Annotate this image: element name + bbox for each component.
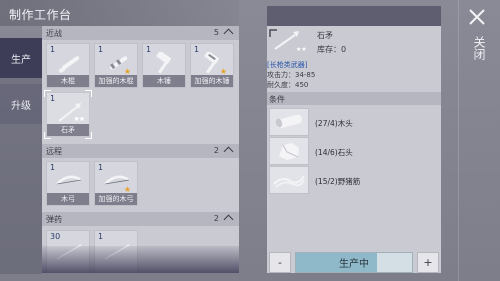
- section-name: 近战: [46, 29, 62, 38]
- wooden-bow-icon: [56, 175, 82, 185]
- list-fade: [42, 246, 239, 273]
- item-reinforced-hammer[interactable]: 1 ★ 加强的木锤: [190, 43, 234, 88]
- tab-produce[interactable]: 生产: [0, 38, 42, 78]
- minus-label: -: [278, 256, 282, 269]
- divider: [458, 0, 459, 281]
- material-slot: [269, 137, 309, 165]
- stone-spear-icon: ★★: [269, 29, 307, 53]
- item-reinforced-stick[interactable]: 1 ★ 加强的木棍: [94, 43, 138, 88]
- chevron-up-icon[interactable]: [223, 214, 234, 225]
- produce-label: 生产中: [339, 259, 369, 270]
- material-text: (14/6)石头: [315, 148, 353, 157]
- item-label: 木弓: [47, 193, 89, 205]
- two-stars-icon: ★★: [73, 115, 85, 123]
- selection-corner: [85, 90, 92, 97]
- plus-label: +: [423, 256, 433, 269]
- item-reinforced-bow[interactable]: 1 ★ 加强的木弓: [94, 161, 138, 206]
- close-icon[interactable]: [466, 6, 488, 28]
- section-count: 5: [213, 28, 219, 37]
- conditions-header-label: 条件: [269, 95, 285, 104]
- material-slot: [269, 108, 309, 136]
- item-label: 木锤: [143, 75, 185, 87]
- material-slot: [269, 166, 309, 194]
- side-tabs: 生产 升级: [0, 38, 42, 274]
- material-text: (15/2)野猪筋: [315, 177, 361, 186]
- material-row: (14/6)石头: [267, 137, 441, 166]
- material-text: (27/4)木头: [315, 119, 353, 128]
- boar-sinew-icon: [273, 175, 305, 188]
- detail-attack: 攻击力：34-85: [267, 71, 316, 79]
- material-row: (15/2)野猪筋: [267, 166, 441, 195]
- item-label: 木棍: [47, 75, 89, 87]
- material-row: (27/4)木头: [267, 108, 441, 137]
- stick-icon: [58, 56, 80, 73]
- chevron-up-icon[interactable]: [223, 28, 234, 39]
- section-name: 弹药: [46, 215, 62, 224]
- tab-upgrade[interactable]: 升级: [0, 84, 42, 124]
- item-label: 加强的木锤: [191, 75, 233, 87]
- chevron-up-icon[interactable]: [223, 146, 234, 157]
- item-stone-spear[interactable]: 1 ★★ 石矛: [44, 90, 92, 139]
- section-ranged-header[interactable]: 远程 2: [42, 144, 239, 158]
- stone-icon: [279, 143, 299, 160]
- section-name: 远程: [46, 147, 62, 156]
- detail-panel: ★★ 石矛 库存：0 [长枪类武器] 攻击力：34-85 耐久度：450 条件 …: [267, 26, 441, 273]
- conditions-header: 条件: [267, 92, 441, 105]
- section-ammo-header[interactable]: 弹药 2: [42, 212, 239, 226]
- increase-button[interactable]: +: [417, 252, 439, 273]
- item-stick[interactable]: 1 木棍: [46, 43, 90, 88]
- section-count: 2: [213, 146, 219, 155]
- detail-header-bar: [267, 6, 441, 26]
- tab-upgrade-label: 升级: [11, 100, 31, 112]
- item-wooden-bow[interactable]: 1 木弓: [46, 161, 90, 206]
- item-label: 加强的木弓: [95, 193, 137, 205]
- tab-produce-label: 生产: [11, 54, 31, 66]
- detail-durability: 耐久度：450: [267, 81, 309, 89]
- section-melee-header[interactable]: 近战 5: [42, 26, 239, 40]
- production-controls: - 生产中 +: [267, 249, 441, 274]
- item-label: 石矛: [47, 124, 89, 136]
- detail-item-name: 石矛: [317, 31, 333, 40]
- window-title: 制作工作台: [9, 8, 72, 22]
- decrease-button[interactable]: -: [269, 252, 291, 273]
- close-label[interactable]: 关闭: [472, 36, 486, 60]
- detail-category: [长枪类武器]: [267, 61, 308, 69]
- detail-stock: 库存：0: [317, 45, 347, 54]
- wood-log-icon: [275, 114, 302, 129]
- title-bar: 制作工作台: [0, 0, 239, 26]
- section-count: 2: [213, 214, 219, 223]
- wooden-hammer-icon: [156, 52, 172, 74]
- produce-button[interactable]: 生产中: [295, 252, 413, 273]
- svg-text:★★: ★★: [296, 46, 307, 53]
- item-wooden-hammer[interactable]: 1 木锤: [142, 43, 186, 88]
- item-label: 加强的木棍: [95, 75, 137, 87]
- recipe-list[interactable]: 近战 5 1 木棍 1 ★ 加强的木棍 1 木锤 1 ★ 加强的木锤 1 ★★ …: [42, 26, 239, 273]
